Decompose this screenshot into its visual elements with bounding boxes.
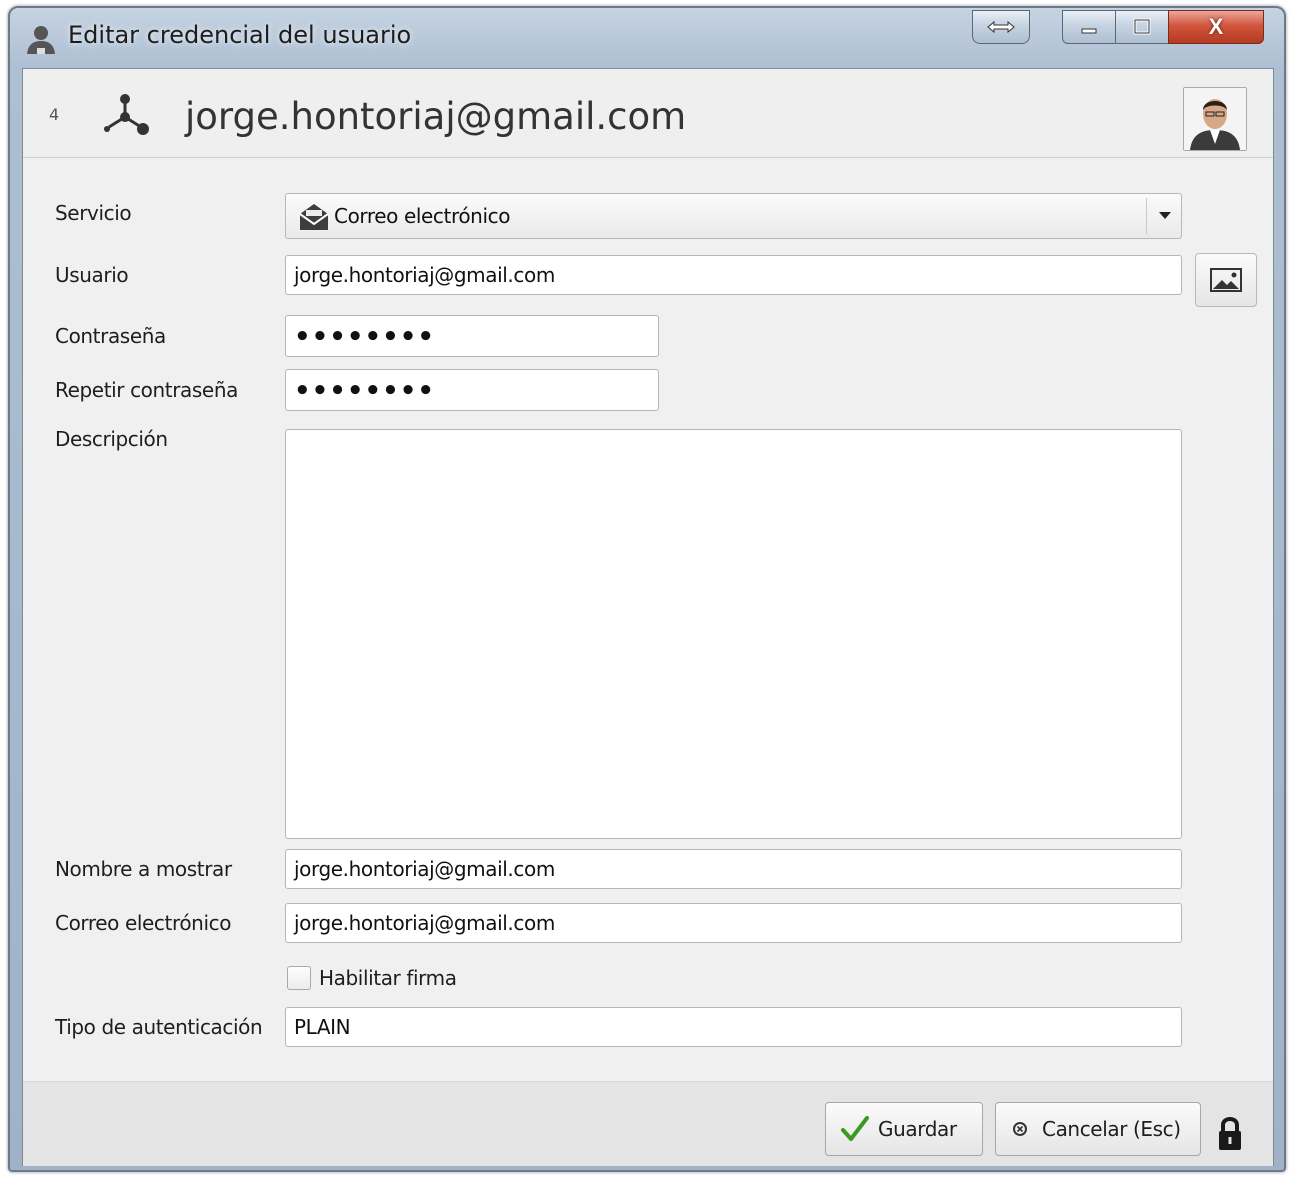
user-icon: [27, 26, 55, 54]
checkmark-icon: [841, 1116, 869, 1141]
display-name-label: Nombre a mostrar: [55, 857, 232, 881]
auth-type-input[interactable]: PLAIN: [285, 1007, 1182, 1047]
dropdown-divider: [1146, 198, 1147, 234]
picture-button[interactable]: [1195, 253, 1257, 307]
window-title: Editar credencial del usuario: [68, 21, 412, 49]
repeat-password-input[interactable]: ••••••••: [285, 369, 659, 411]
chevron-down-icon[interactable]: [1159, 212, 1171, 219]
description-textarea[interactable]: [285, 429, 1182, 839]
close-icon: X: [1208, 14, 1224, 39]
email-label: Correo electrónico: [55, 911, 232, 935]
cancel-label: Cancelar (Esc): [1042, 1117, 1181, 1141]
service-value: Correo electrónico: [334, 204, 511, 228]
maximize-button[interactable]: [1115, 10, 1169, 44]
button-bar: Guardar Cancelar (Esc): [23, 1081, 1273, 1166]
credential-title: jorge.hontoriaj@gmail.com: [185, 95, 687, 138]
auth-type-label: Tipo de autenticación: [55, 1015, 263, 1039]
cancel-icon: [1013, 1122, 1027, 1136]
dialog-body: 4 jorge.hontoriaj@gmail.com Servicio Cor…: [22, 68, 1274, 1166]
user-input[interactable]: jorge.hontoriaj@gmail.com: [285, 255, 1182, 295]
double-arrow-icon: [987, 20, 1015, 34]
save-label: Guardar: [878, 1117, 957, 1141]
cancel-button[interactable]: Cancelar (Esc): [995, 1102, 1201, 1156]
credential-header: 4 jorge.hontoriaj@gmail.com: [23, 69, 1273, 158]
resize-button[interactable]: [972, 10, 1030, 44]
display-name-input[interactable]: jorge.hontoriaj@gmail.com: [285, 849, 1182, 889]
maximize-icon: [1133, 18, 1151, 35]
password-label: Contraseña: [55, 324, 166, 348]
service-label: Servicio: [55, 201, 132, 225]
email-input[interactable]: jorge.hontoriaj@gmail.com: [285, 903, 1182, 943]
credential-number: 4: [49, 105, 60, 124]
user-photo-icon: [1184, 88, 1246, 150]
signature-checkbox[interactable]: [287, 966, 311, 990]
user-label: Usuario: [55, 263, 129, 287]
repeat-password-label: Repetir contraseña: [55, 378, 238, 402]
envelope-icon: [299, 204, 329, 230]
signature-label[interactable]: Habilitar firma: [319, 966, 457, 990]
title-bar[interactable]: Editar credencial del usuario X: [10, 8, 1284, 68]
minimize-button[interactable]: [1062, 10, 1116, 44]
lock-icon[interactable]: [1215, 1114, 1245, 1152]
description-label: Descripción: [55, 427, 168, 451]
password-input[interactable]: ••••••••: [285, 315, 659, 357]
minimize-icon: [1081, 28, 1097, 34]
picture-icon: [1210, 268, 1242, 292]
avatar[interactable]: [1183, 87, 1247, 151]
service-dropdown[interactable]: Correo electrónico: [285, 193, 1182, 239]
network-icon: [104, 94, 149, 135]
save-button[interactable]: Guardar: [825, 1102, 983, 1156]
dialog-window: Editar credencial del usuario X 4 jorge.…: [8, 6, 1286, 1172]
close-button[interactable]: X: [1168, 10, 1264, 44]
